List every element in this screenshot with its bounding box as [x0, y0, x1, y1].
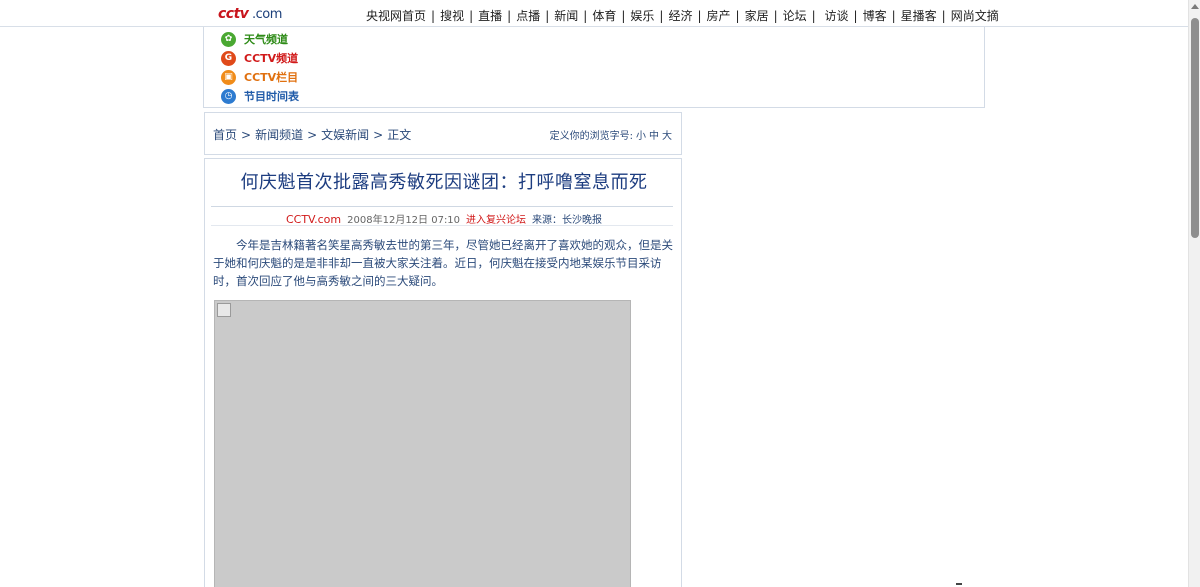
- nav-item-sports[interactable]: 体育: [592, 9, 616, 23]
- logo-text-left: cctv: [218, 6, 249, 22]
- nav-item-live[interactable]: 直播: [478, 9, 502, 23]
- nav-item-star-podcast[interactable]: 星播客: [901, 9, 937, 23]
- scrollbar-thumb[interactable]: [1191, 18, 1199, 238]
- article-box: 何庆魁首次批露高秀敏死因谜团：打呼噜窒息而死 CCTV.com 2008年12月1…: [204, 158, 682, 587]
- channel-cctv-column[interactable]: ▣ CCTV栏目: [221, 69, 298, 85]
- nav-item-vod[interactable]: 点播: [516, 9, 540, 23]
- nav-item-economy[interactable]: 经济: [668, 9, 692, 23]
- article-intro: 今年是吉林籍著名笑星高秀敏去世的第三年，尽管她已经离开了喜欢她的观众，但是关于她…: [213, 238, 673, 288]
- scroll-up-arrow-icon[interactable]: [1191, 4, 1199, 9]
- breadcrumb-current: 正文: [387, 128, 412, 142]
- vertical-scrollbar[interactable]: [1188, 0, 1200, 587]
- breadcrumb-entertainment-news[interactable]: 文娱新闻: [321, 128, 369, 142]
- nav-item-home-living[interactable]: 家居: [745, 9, 769, 23]
- article-photo: [214, 300, 631, 587]
- weather-icon: ✿: [221, 31, 236, 47]
- breadcrumb: 首页 > 新闻频道 > 文娱新闻 > 正文: [213, 128, 412, 142]
- top-nav: 央视网首页 | 搜视 | 直播 | 点播 | 新闻 | 体育 | 娱乐 | 经济 | 房产 | 家居 | 论坛 | 访谈 |…: [366, 9, 999, 23]
- font-size-small[interactable]: 小: [636, 131, 646, 142]
- nav-item-interview[interactable]: 访谈: [825, 9, 849, 23]
- broken-image-icon: [217, 303, 231, 317]
- font-size-medium[interactable]: 中: [649, 131, 659, 142]
- channel-schedule[interactable]: ◷ 节目时间表: [221, 88, 299, 104]
- cctv-column-icon: ▣: [221, 69, 236, 85]
- nav-item-news[interactable]: 新闻: [554, 9, 578, 23]
- channel-schedule-label: 节目时间表: [244, 90, 299, 103]
- font-size-label: 定义你的浏览字号:: [549, 131, 633, 142]
- nav-item-forum[interactable]: 论坛: [783, 9, 807, 23]
- breadcrumb-home[interactable]: 首页: [213, 128, 237, 142]
- nav-item-home[interactable]: 央视网首页: [366, 9, 426, 23]
- schedule-icon: ◷: [221, 88, 236, 104]
- breadcrumb-news-channel[interactable]: 新闻频道: [255, 128, 303, 142]
- channel-cctv-label: CCTV频道: [244, 52, 299, 65]
- logo-text-right: .com: [252, 7, 282, 22]
- article-meta: CCTV.com 2008年12月12日 07:10 进入复兴论坛 来源：长沙晚报: [205, 211, 683, 226]
- channel-cctv-column-label: CCTV栏目: [244, 71, 299, 84]
- top-bar: cctv .com 央视网首页 | 搜视 | 直播 | 点播 | 新闻 | 体育 | 娱乐 | 经济 | 房产 |…: [0, 0, 1188, 27]
- nav-item-realestate[interactable]: 房产: [707, 9, 731, 23]
- font-size-large[interactable]: 大: [662, 131, 672, 142]
- divider: [211, 225, 673, 226]
- cursor-marker: [956, 583, 962, 585]
- nav-item-search-tv[interactable]: 搜视: [440, 9, 464, 23]
- channel-links-box: ✿ 天气频道 G CCTV频道 ▣ CCTV栏目 ◷ 节目时间表: [203, 27, 985, 108]
- nav-item-digest[interactable]: 网尚文摘: [951, 9, 999, 23]
- channel-weather-label: 天气频道: [244, 33, 288, 46]
- font-size-selector: 定义你的浏览字号: 小中大: [550, 127, 672, 142]
- divider: [211, 206, 673, 207]
- channel-cctv[interactable]: G CCTV频道: [221, 50, 298, 66]
- article-title: 何庆魁首次批露高秀敏死因谜团：打呼噜窒息而死: [240, 172, 648, 193]
- nav-item-blog[interactable]: 博客: [863, 9, 887, 23]
- breadcrumb-box: 首页 > 新闻频道 > 文娱新闻 > 正文 定义你的浏览字号: 小中大: [204, 112, 682, 155]
- nav-item-entertainment[interactable]: 娱乐: [630, 9, 654, 23]
- channel-weather[interactable]: ✿ 天气频道: [221, 31, 288, 47]
- cctv-channel-icon: G: [221, 50, 236, 66]
- cctv-logo[interactable]: cctv .com: [218, 4, 282, 24]
